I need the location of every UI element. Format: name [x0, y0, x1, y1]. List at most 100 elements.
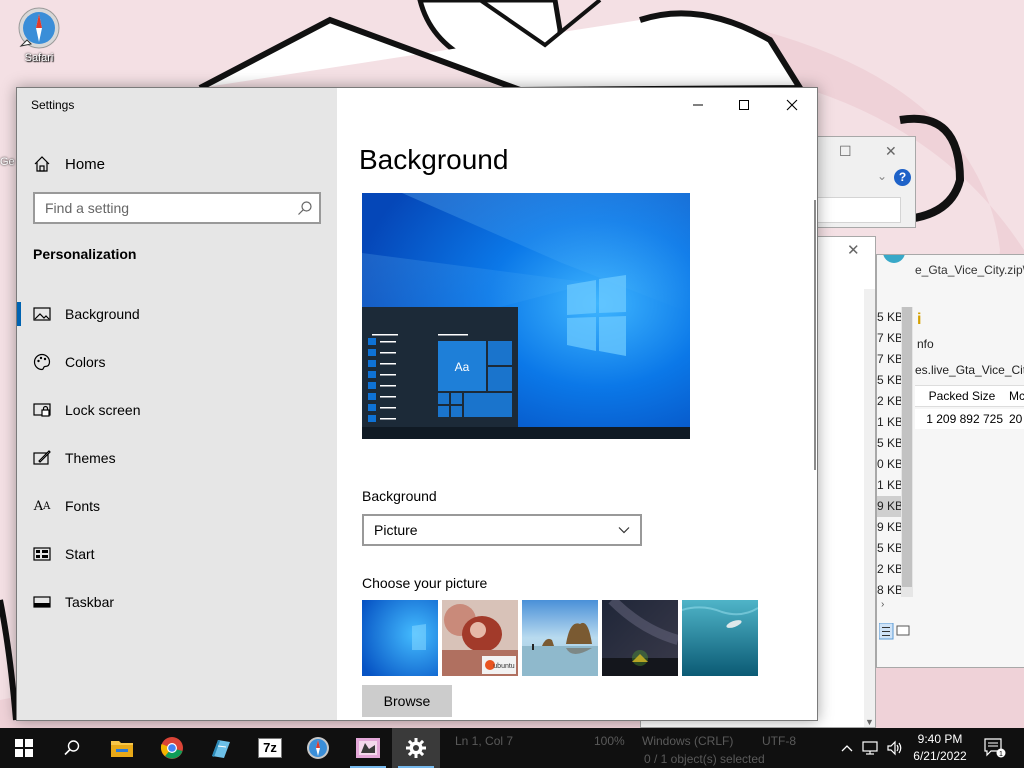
settings-window[interactable]: Settings Home Personalization Background… [16, 87, 818, 721]
taskbar-icon [33, 593, 51, 611]
size-cell: 5 KB [877, 541, 904, 555]
size-cell: 5 KB [877, 436, 904, 450]
help-icon[interactable]: ? [894, 169, 911, 186]
info-icon[interactable]: i [917, 311, 921, 329]
table-row[interactable]: 1 209 892 725 20 [915, 409, 1024, 429]
scrollbar[interactable] [901, 307, 913, 597]
taskbar-file-explorer[interactable] [98, 728, 146, 768]
minimize-button[interactable] [675, 94, 721, 116]
archive-window[interactable]: e_Gta_Vice_City.zip\ 5 KB 7 KB 7 KB 5 KB 2 K… [876, 254, 1024, 668]
maximize-icon [739, 100, 749, 110]
start-button[interactable] [0, 728, 48, 768]
sidebar-item-taskbar[interactable]: Taskbar [17, 578, 337, 626]
background-preview: Aa [362, 193, 690, 439]
volume-button[interactable] [884, 728, 906, 768]
choose-picture-label: Choose your picture [362, 575, 488, 591]
taskbar-search-button[interactable] [48, 728, 96, 768]
settings-nav-list: Background Colors Lock screen Themes AA … [17, 290, 337, 626]
network-button[interactable] [860, 728, 882, 768]
search-box[interactable] [33, 192, 321, 224]
sidebar-item-start[interactable]: Start [17, 530, 337, 578]
picture-thumbnails: ubuntu [362, 600, 758, 676]
clock[interactable]: 9:40 PM 6/21/2022 [908, 731, 972, 765]
sidebar-item-label: Themes [65, 450, 116, 466]
ghost-eol: Windows (CRLF) [642, 734, 734, 748]
thumbnail-ubuntu-photo[interactable]: ubuntu [442, 600, 518, 676]
ghost-selection: 0 / 1 object(s) selected [644, 752, 765, 766]
page-title: Background [359, 144, 509, 175]
7zip-icon: 7z [258, 738, 282, 758]
taskbar-settings[interactable] [392, 728, 440, 768]
packed-size-cell: 1 209 892 725 [926, 412, 1003, 426]
action-center-button[interactable]: 1 [980, 728, 1010, 768]
taskbar-notepad[interactable] [196, 728, 244, 768]
background-type-value: Picture [374, 522, 418, 538]
minimize-icon [693, 104, 703, 106]
info-label: nfo [917, 337, 934, 351]
sidebar-item-fonts[interactable]: AA Fonts [17, 482, 337, 530]
close-icon [786, 99, 798, 111]
content-scrollbar[interactable] [814, 200, 816, 470]
desktop-icon-safari[interactable]: Safari [8, 6, 70, 64]
column-header: Packed Size Mc [915, 385, 1024, 407]
maximize-button[interactable] [721, 94, 767, 116]
chevron-down-icon [618, 527, 630, 534]
column-packed-size[interactable]: Packed Size [915, 386, 1009, 406]
sidebar-item-label: Colors [65, 354, 106, 370]
palette-icon [33, 353, 51, 371]
start-menu-icon [33, 545, 51, 563]
ghost-encoding: UTF-8 [762, 734, 796, 748]
sidebar-item-background[interactable]: Background [17, 290, 337, 338]
network-icon [862, 741, 878, 755]
sidebar-item-label: Lock screen [65, 402, 141, 418]
safari-icon [17, 6, 61, 50]
thumbnail-underwater[interactable] [682, 600, 758, 676]
size-cell: 8 KB [877, 583, 904, 597]
scroll-down-icon[interactable]: ▼ [865, 717, 874, 727]
thumbnail-beach-rocks[interactable] [522, 600, 598, 676]
taskbar-7zip[interactable]: 7z [246, 728, 294, 768]
home-label: Home [65, 155, 106, 173]
view-mode-icons[interactable] [879, 623, 913, 641]
settings-sidebar: Settings Home Personalization Background… [17, 88, 337, 720]
scrollbar-thumb[interactable] [902, 307, 912, 587]
archive-path: e_Gta_Vice_City.zip\ [915, 263, 1024, 277]
windows-start-icon [15, 739, 33, 757]
desktop-cut-label: Ge [0, 156, 15, 168]
search-input[interactable] [45, 200, 285, 216]
thumbnail-windows-blue[interactable] [362, 600, 438, 676]
thumbnail-night-sky[interactable] [602, 600, 678, 676]
close-button[interactable] [769, 94, 815, 116]
sidebar-item-colors[interactable]: Colors [17, 338, 337, 386]
safari-icon [307, 737, 329, 759]
background-type-label: Background [362, 488, 437, 504]
taskbar-safari[interactable] [294, 728, 342, 768]
scroll-right-icon[interactable]: › [881, 599, 884, 610]
browse-button[interactable]: Browse [362, 685, 452, 717]
search-icon[interactable] [297, 200, 313, 216]
size-cell: 9 KB [877, 520, 904, 534]
show-hidden-icons-button[interactable] [838, 728, 856, 768]
background-type-dropdown[interactable]: Picture [362, 514, 642, 546]
size-cell: 9 KB [877, 496, 903, 517]
size-cell: 1 KB [877, 478, 904, 492]
close-icon[interactable]: ✕ [885, 143, 897, 160]
lock-screen-icon [33, 401, 51, 419]
notification-count: 1 [999, 751, 1003, 758]
size-cell: 5 KB [877, 310, 904, 324]
font-icon: AA [33, 498, 51, 514]
sidebar-item-lock-screen[interactable]: Lock screen [17, 386, 337, 434]
home-icon [33, 155, 51, 173]
maximize-icon[interactable]: ☐ [839, 143, 852, 160]
scrollbar[interactable]: ▼ [864, 289, 875, 727]
home-link[interactable]: Home [33, 152, 105, 176]
taskbar-image-app[interactable] [344, 728, 392, 768]
sidebar-item-themes[interactable]: Themes [17, 434, 337, 482]
close-icon[interactable]: ✕ [847, 241, 860, 259]
chevron-up-icon [841, 745, 853, 752]
column-modified[interactable]: Mc [1009, 386, 1024, 406]
taskbar-chrome[interactable] [148, 728, 196, 768]
chevron-down-icon[interactable]: ⌄ [877, 169, 887, 183]
notepad-icon [212, 740, 230, 758]
settings-content: Background Aa Background Picture Choose … [337, 88, 817, 720]
